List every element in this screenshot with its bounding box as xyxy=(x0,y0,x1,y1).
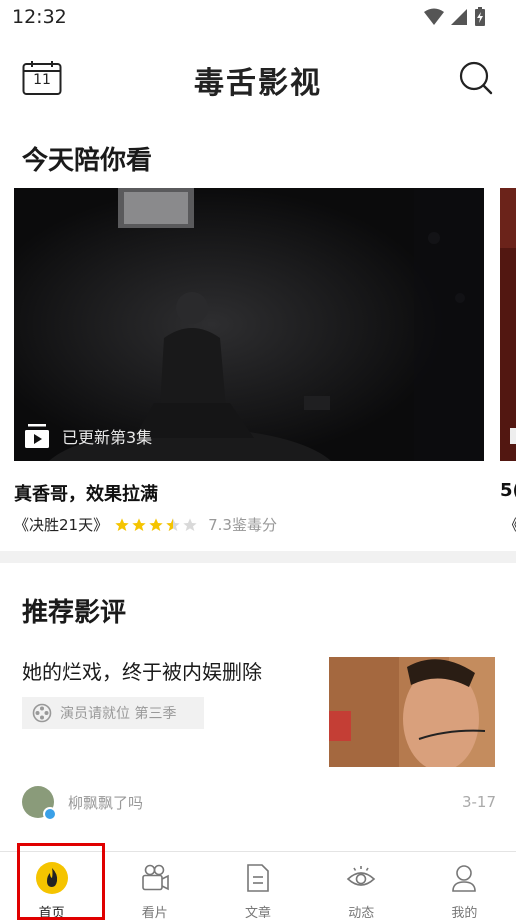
search-icon xyxy=(459,61,493,95)
card-meta: 《决胜21天》 7.3鉴毒分 xyxy=(14,514,277,535)
nav-label-mine: 我的 xyxy=(451,906,478,921)
score-text: 7.3鉴毒分 xyxy=(208,516,277,534)
next-show-name[interactable]: 《 xyxy=(504,514,516,535)
avatar[interactable] xyxy=(22,786,57,821)
review-thumbnail[interactable] xyxy=(329,657,495,767)
star-half-icon xyxy=(166,517,180,531)
verified-badge-icon xyxy=(43,807,57,821)
home-highlight-box xyxy=(17,843,105,920)
today-card-thumbnail[interactable]: 已更新第3集 xyxy=(14,188,484,461)
status-icons xyxy=(424,7,486,27)
author-name[interactable]: 柳飘飘了吗 xyxy=(68,792,143,813)
today-section-title: 今天陪你看 xyxy=(22,146,153,176)
eye-icon xyxy=(345,862,377,894)
next-card-thumbnail[interactable] xyxy=(500,188,516,461)
app-header: 11 毒舌影视 xyxy=(0,48,516,110)
nav-item-mine[interactable]: 我的 xyxy=(413,852,516,921)
battery-icon xyxy=(475,7,485,26)
video-still-image xyxy=(14,188,484,461)
reviews-section-title: 推荐影评 xyxy=(22,598,127,628)
camera-icon xyxy=(139,862,171,894)
review-tag[interactable]: 演员请就位 第三季 xyxy=(22,697,204,729)
next-video-still-image xyxy=(500,188,516,461)
next-card-title[interactable]: 5( xyxy=(500,480,516,501)
status-time: 12:32 xyxy=(12,6,67,28)
review-date: 3-17 xyxy=(461,793,496,811)
nav-item-feed[interactable]: 动态 xyxy=(310,852,413,921)
star-full-icon xyxy=(132,517,146,531)
star-full-icon xyxy=(115,517,129,531)
nav-item-articles[interactable]: 文章 xyxy=(206,852,309,921)
app-logo: 毒舌影视 xyxy=(194,66,322,101)
document-icon xyxy=(242,862,274,894)
signal-icon xyxy=(451,9,467,25)
film-reel-icon xyxy=(32,703,52,723)
section-divider xyxy=(0,551,516,563)
card-title[interactable]: 真香哥，效果拉满 xyxy=(14,480,158,506)
update-badge: 已更新第3集 xyxy=(24,423,152,449)
nav-label-watch: 看片 xyxy=(141,906,168,921)
profile-icon xyxy=(448,862,480,894)
review-author-row: 柳飘飘了吗 3-17 xyxy=(22,786,496,821)
update-text: 已更新第3集 xyxy=(62,428,153,447)
review-title[interactable]: 她的烂戏，终于被内娱删除 xyxy=(22,656,262,685)
nav-label-articles: 文章 xyxy=(245,906,272,921)
review-tag-label: 演员请就位 第三季 xyxy=(60,706,177,722)
search-button[interactable] xyxy=(458,60,494,96)
nav-label-feed: 动态 xyxy=(348,906,375,921)
play-episodes-icon xyxy=(25,424,49,448)
rating-stars xyxy=(114,517,198,533)
status-bar: 12:32 xyxy=(0,0,516,36)
star-full-icon xyxy=(149,517,163,531)
review-still-image xyxy=(329,657,495,767)
wifi-icon xyxy=(424,8,444,25)
nav-item-watch[interactable]: 看片 xyxy=(103,852,206,921)
star-empty-icon xyxy=(183,517,197,531)
show-name[interactable]: 《决胜21天》 xyxy=(14,514,108,535)
